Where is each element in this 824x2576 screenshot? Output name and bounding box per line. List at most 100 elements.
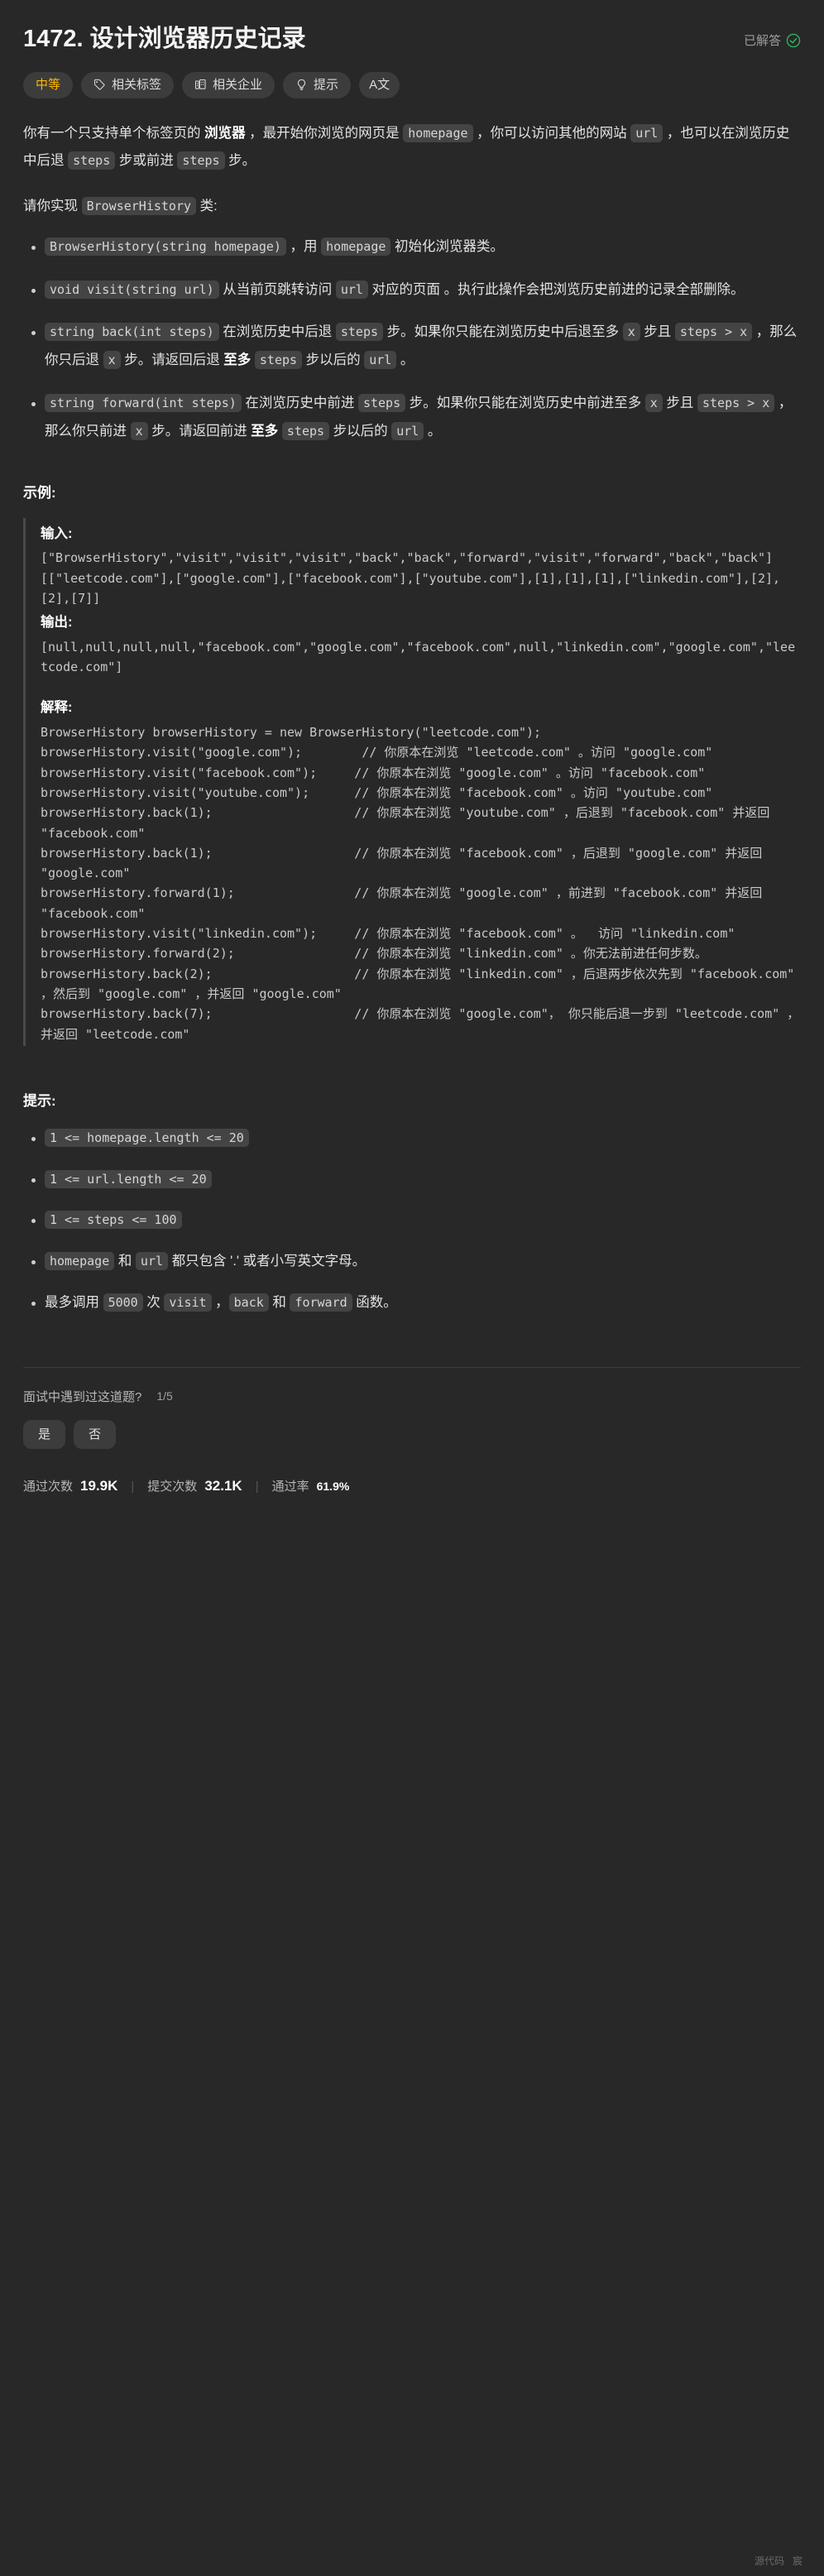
stats-row: 通过次数 19.9K | 提交次数 32.1K | 通过率 61.9% [23, 1477, 801, 1494]
example-output-code: [null,null,null,null,"facebook.com","goo… [41, 639, 796, 675]
interview-question: 面试中遇到过这道题? [23, 1389, 142, 1404]
desc-bold-browser: 浏览器 [204, 125, 246, 141]
method-code-7: url [391, 421, 424, 440]
method-code-6: steps [254, 351, 303, 370]
stat-acceptance-rate: 通过率 61.9% [272, 1477, 350, 1494]
constraint-code: 1 <= url.length <= 20 [45, 1169, 212, 1188]
method-text-3: 步且 [662, 396, 697, 411]
constraints-list: 1 <= homepage.length <= 20 1 <= url.leng… [23, 1125, 801, 1317]
list-item: 1 <= homepage.length <= 20 [31, 1125, 801, 1153]
example-block: 输入: ["BrowserHistory","visit","visit","v… [23, 517, 801, 1046]
constraint-text-0: 最多调用 [45, 1295, 103, 1311]
method-code-2: url [335, 280, 368, 299]
stat-divider: | [131, 1480, 135, 1494]
method-text-7: 步以后的 [329, 423, 392, 439]
method-code-4: steps > x [697, 394, 775, 413]
method-code-2: homepage [321, 237, 391, 256]
method-text-2: 对应的页面 。执行此操作会把浏览历史前进的记录全部删除。 [367, 281, 745, 297]
stat-acceptance-value: 61.9% [316, 1480, 350, 1494]
method-code-6: steps [281, 421, 330, 440]
method-code-3: x [644, 394, 663, 413]
example-section-title: 示例: [23, 484, 56, 501]
method-bold-atmost: 至多 [251, 423, 279, 439]
method-code-3: x [622, 323, 640, 342]
list-item: homepage 和 url 都只包含 '.' 或者小写英文字母。 [31, 1248, 801, 1276]
method-signature: void visit(string url) [45, 280, 219, 299]
problem-content: 你有一个只支持单个标签页的 浏览器 ，最开始你浏览的网页是 homepage ，… [23, 120, 801, 1317]
constraint-text-2: 都只包含 '.' 或者小写英文字母。 [168, 1254, 366, 1269]
desc-text-1: 你有一个只支持单个标签页的 [23, 125, 205, 141]
method-code-2: steps [357, 394, 406, 413]
code-homepage: homepage [403, 123, 473, 142]
header: 1472. 设计浏览器历史记录 已解答 [23, 0, 801, 54]
hint-button[interactable]: 提示 [283, 71, 352, 98]
interview-poll: 面试中遇到过这道题? 1/5 [23, 1388, 801, 1405]
method-text-2: 步。如果你只能在浏览历史中前进至多 [405, 396, 645, 411]
method-signature: string forward(int steps) [45, 394, 242, 413]
footer-divider [23, 1366, 801, 1368]
check-circle-icon [786, 33, 801, 48]
method-signature: BrowserHistory(string homepage) [45, 237, 286, 256]
stat-accepted-label: 通过次数 [23, 1480, 74, 1494]
stat-divider: | [255, 1480, 259, 1494]
implement-text-1: 请你实现 [23, 198, 82, 213]
constraint-text-3: 和 [268, 1295, 290, 1311]
translate-icon: A文 [369, 78, 390, 93]
constraint-text-2: ， [211, 1295, 229, 1311]
desc-text-3: ，你可以访问其他的网站 [472, 125, 631, 141]
interview-poll-count: 1/5 [156, 1389, 173, 1403]
tag-row: 中等 相关标签 相关企业 提示 A文 [23, 71, 801, 98]
constraint-code-5000: 5000 [103, 1293, 143, 1312]
list-item: void visit(string url) 从当前页跳转访问 url 对应的页… [31, 276, 801, 305]
solved-label: 已解答 [743, 34, 781, 48]
code-url: url [630, 123, 664, 142]
problem-page: 1472. 设计浏览器历史记录 已解答 中等 相关标签 相关企业 提示 A文 你… [0, 0, 824, 2576]
constraint-code-forward: forward [290, 1293, 352, 1312]
example-explain-label: 解释: [41, 700, 73, 716]
poll-no-button[interactable]: 否 [74, 1419, 117, 1450]
method-text-8: 。 [396, 353, 414, 368]
list-item: 1 <= url.length <= 20 [31, 1166, 801, 1194]
method-text-2: 初始化浏览器类。 [390, 238, 504, 254]
method-list: BrowserHistory(string homepage) ，用 homep… [23, 233, 801, 446]
stat-submissions-value: 32.1K [204, 1478, 242, 1494]
building-icon [194, 79, 207, 91]
related-tags-button[interactable]: 相关标签 [81, 71, 175, 98]
list-item: string back(int steps) 在浏览历史中后退 steps 步。… [31, 319, 801, 375]
method-text-1: 在浏览历史中前进 [241, 396, 358, 411]
example-input-label: 输入: [41, 525, 73, 541]
example-input-code: ["BrowserHistory","visit","visit","visit… [41, 550, 781, 606]
method-text-8: 。 [424, 423, 442, 439]
constraint-code-visit: visit [164, 1293, 212, 1312]
method-text-5: 步。请返回前进 [147, 423, 252, 439]
constraint-code-homepage: homepage [45, 1252, 115, 1271]
example-explain-code: BrowserHistory browserHistory = new Brow… [41, 725, 800, 1042]
lightbulb-icon [295, 79, 308, 91]
constraint-code-url: url [135, 1252, 169, 1271]
constraints-title: 提示: [23, 1092, 56, 1109]
method-code-2: steps [335, 323, 384, 342]
related-companies-button[interactable]: 相关企业 [182, 71, 275, 98]
poll-yes-button[interactable]: 是 [23, 1419, 66, 1450]
stat-acceptance-label: 通过率 [271, 1480, 309, 1494]
constraint-code: 1 <= steps <= 100 [45, 1211, 182, 1230]
constraint-text-4: 函数。 [352, 1295, 397, 1311]
constraint-code-back: back [228, 1293, 269, 1312]
list-item: 最多调用 5000 次 visit ， back 和 forward 函数。 [31, 1289, 801, 1317]
method-text-2: 步。如果你只能在浏览历史中后退至多 [383, 324, 623, 340]
difficulty-badge[interactable]: 中等 [23, 71, 74, 98]
method-text-3: 步且 [640, 324, 675, 340]
method-text-1: 从当前页跳转访问 [218, 281, 336, 297]
code-browserhistory-class: BrowserHistory [81, 196, 197, 215]
footer-credit-author: 宸 [792, 2555, 802, 2567]
code-steps-1: steps [68, 151, 116, 170]
difficulty-label: 中等 [36, 78, 61, 93]
desc-text-6: 步。 [224, 152, 256, 168]
method-text-7: 步以后的 [302, 353, 365, 368]
status-badge: 已解答 [744, 25, 801, 49]
implement-text-2: 类: [196, 198, 218, 213]
footer-credit-source: 源代码 [754, 2555, 784, 2567]
implement-paragraph: 请你实现 BrowserHistory 类: [23, 193, 801, 220]
translate-button[interactable]: A文 [359, 71, 400, 98]
description-paragraph: 你有一个只支持单个标签页的 浏览器 ，最开始你浏览的网页是 homepage ，… [23, 120, 801, 175]
